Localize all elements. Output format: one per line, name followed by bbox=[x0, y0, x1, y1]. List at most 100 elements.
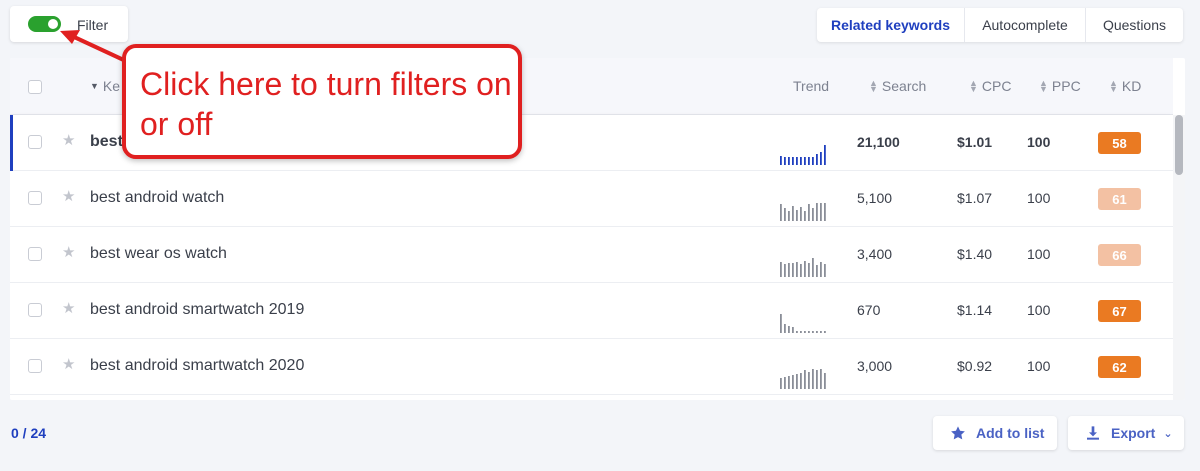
table-scrollbar[interactable] bbox=[1173, 115, 1185, 400]
star-icon[interactable]: ★ bbox=[62, 131, 75, 149]
star-icon[interactable]: ★ bbox=[62, 355, 75, 373]
cpc-cell: $1.14 bbox=[957, 302, 993, 318]
trend-bar bbox=[812, 258, 814, 277]
trend-bar bbox=[784, 157, 786, 165]
trend-bar bbox=[800, 331, 802, 333]
tab-related-keywords[interactable]: Related keywords bbox=[817, 8, 964, 42]
trend-bar bbox=[784, 208, 786, 221]
trend-bar bbox=[812, 331, 814, 333]
trend-bar bbox=[792, 157, 794, 165]
keyword-cell[interactable]: best android watch bbox=[90, 189, 224, 207]
search-volume-cell: 3,400 bbox=[857, 246, 893, 262]
search-volume-cell: 3,000 bbox=[857, 358, 893, 374]
trend-sparkline bbox=[780, 314, 826, 333]
table-row[interactable]: ★ best android smartwatch 2019 670 $1.14 100… bbox=[10, 283, 1173, 339]
keyword-cell[interactable]: best wear os watch bbox=[90, 245, 227, 263]
trend-bar bbox=[784, 377, 786, 389]
header-keyword-label: Ke bbox=[102, 78, 121, 94]
filter-toggle[interactable] bbox=[28, 16, 61, 32]
search-volume-cell: 21,100 bbox=[857, 134, 900, 150]
trend-bar bbox=[780, 156, 782, 165]
ppc-cell: 100 bbox=[1027, 358, 1051, 374]
header-keyword[interactable]: ▼ Ke bbox=[90, 78, 120, 94]
sort-icon: ▲ ▼ bbox=[869, 78, 878, 94]
keyword-tabs: Related keywords Autocomplete Questions bbox=[817, 8, 1183, 42]
selection-count: 0 / 24 bbox=[11, 425, 47, 441]
trend-bar bbox=[808, 331, 810, 333]
row-checkbox[interactable] bbox=[28, 359, 42, 373]
trend-bar bbox=[788, 326, 790, 333]
tab-autocomplete[interactable]: Autocomplete bbox=[964, 8, 1085, 42]
chevron-down-icon: ⌄ bbox=[1163, 427, 1173, 440]
keyword-cell[interactable]: best android smartwatch 2019 bbox=[90, 301, 304, 319]
sort-icon: ▲ ▼ bbox=[1039, 78, 1048, 94]
filter-control: Filter bbox=[10, 6, 128, 42]
toggle-knob bbox=[48, 19, 58, 29]
search-volume-cell: 5,100 bbox=[857, 190, 893, 206]
star-icon bbox=[951, 426, 965, 440]
trend-bar bbox=[808, 157, 810, 165]
trend-bar bbox=[780, 378, 782, 389]
header-search[interactable]: ▲ ▼ Search bbox=[869, 78, 926, 94]
header-cpc-label: CPC bbox=[981, 78, 1012, 94]
trend-sparkline bbox=[780, 145, 826, 165]
kd-badge: 66 bbox=[1098, 244, 1141, 266]
add-to-list-button[interactable]: Add to list bbox=[933, 416, 1057, 450]
add-to-list-label: Add to list bbox=[976, 425, 1045, 441]
trend-bar bbox=[816, 265, 818, 277]
table-row[interactable]: ★ best wear os watch 3,400 $1.40 100 66 bbox=[10, 227, 1173, 283]
trend-bar bbox=[816, 203, 818, 221]
trend-bar bbox=[824, 373, 826, 389]
keyword-cell[interactable]: best bbox=[90, 133, 123, 151]
trend-bar bbox=[796, 210, 798, 221]
header-ppc-label: PPC bbox=[1051, 78, 1081, 94]
trend-bar bbox=[824, 203, 826, 221]
header-kd[interactable]: ▲ ▼ KD bbox=[1109, 78, 1141, 94]
trend-bar bbox=[792, 206, 794, 221]
header-ppc[interactable]: ▲ ▼ PPC bbox=[1039, 78, 1081, 94]
trend-bar bbox=[820, 262, 822, 277]
filter-label: Filter bbox=[77, 17, 109, 33]
row-checkbox[interactable] bbox=[28, 303, 42, 317]
row-checkbox[interactable] bbox=[28, 191, 42, 205]
sort-icon: ▲ ▼ bbox=[969, 78, 978, 94]
trend-sparkline bbox=[780, 258, 826, 277]
star-icon[interactable]: ★ bbox=[62, 187, 75, 205]
trend-bar bbox=[784, 324, 786, 333]
cpc-cell: $1.01 bbox=[957, 134, 993, 150]
select-all-checkbox[interactable] bbox=[28, 80, 42, 94]
export-button[interactable]: Export ⌄ bbox=[1068, 416, 1184, 450]
row-checkbox[interactable] bbox=[28, 135, 42, 149]
header-cpc[interactable]: ▲ ▼ CPC bbox=[969, 78, 1011, 94]
header-kd-label: KD bbox=[1121, 78, 1142, 94]
star-icon[interactable]: ★ bbox=[62, 299, 75, 317]
trend-bar bbox=[796, 262, 798, 277]
trend-bar bbox=[792, 375, 794, 389]
trend-bar bbox=[824, 145, 826, 165]
cpc-cell: $1.07 bbox=[957, 190, 993, 206]
trend-bar bbox=[804, 261, 806, 277]
callout-text: Click here to turn filters on or off bbox=[140, 66, 512, 142]
trend-bar bbox=[808, 263, 810, 277]
trend-bar bbox=[780, 314, 782, 333]
scrollbar-thumb[interactable] bbox=[1175, 115, 1183, 175]
keyword-cell[interactable]: best android smartwatch 2020 bbox=[90, 357, 304, 375]
table-row[interactable]: ★ best android watch 5,100 $1.07 100 61 bbox=[10, 171, 1173, 227]
trend-bar bbox=[812, 208, 814, 221]
trend-bar bbox=[780, 204, 782, 221]
trend-bar bbox=[820, 203, 822, 221]
ppc-cell: 100 bbox=[1027, 302, 1051, 318]
trend-bar bbox=[800, 157, 802, 165]
trend-bar bbox=[788, 211, 790, 221]
trend-bar bbox=[816, 331, 818, 333]
table-row[interactable]: ★ best android smartwatch 2020 3,000 $0.92 1… bbox=[10, 339, 1173, 395]
trend-bar bbox=[816, 370, 818, 389]
star-icon[interactable]: ★ bbox=[62, 243, 75, 261]
tab-questions[interactable]: Questions bbox=[1085, 8, 1183, 42]
trend-bar bbox=[808, 372, 810, 389]
trend-bar bbox=[816, 154, 818, 165]
cpc-cell: $0.92 bbox=[957, 358, 993, 374]
kd-badge: 62 bbox=[1098, 356, 1141, 378]
ppc-cell: 100 bbox=[1027, 190, 1051, 206]
row-checkbox[interactable] bbox=[28, 247, 42, 261]
